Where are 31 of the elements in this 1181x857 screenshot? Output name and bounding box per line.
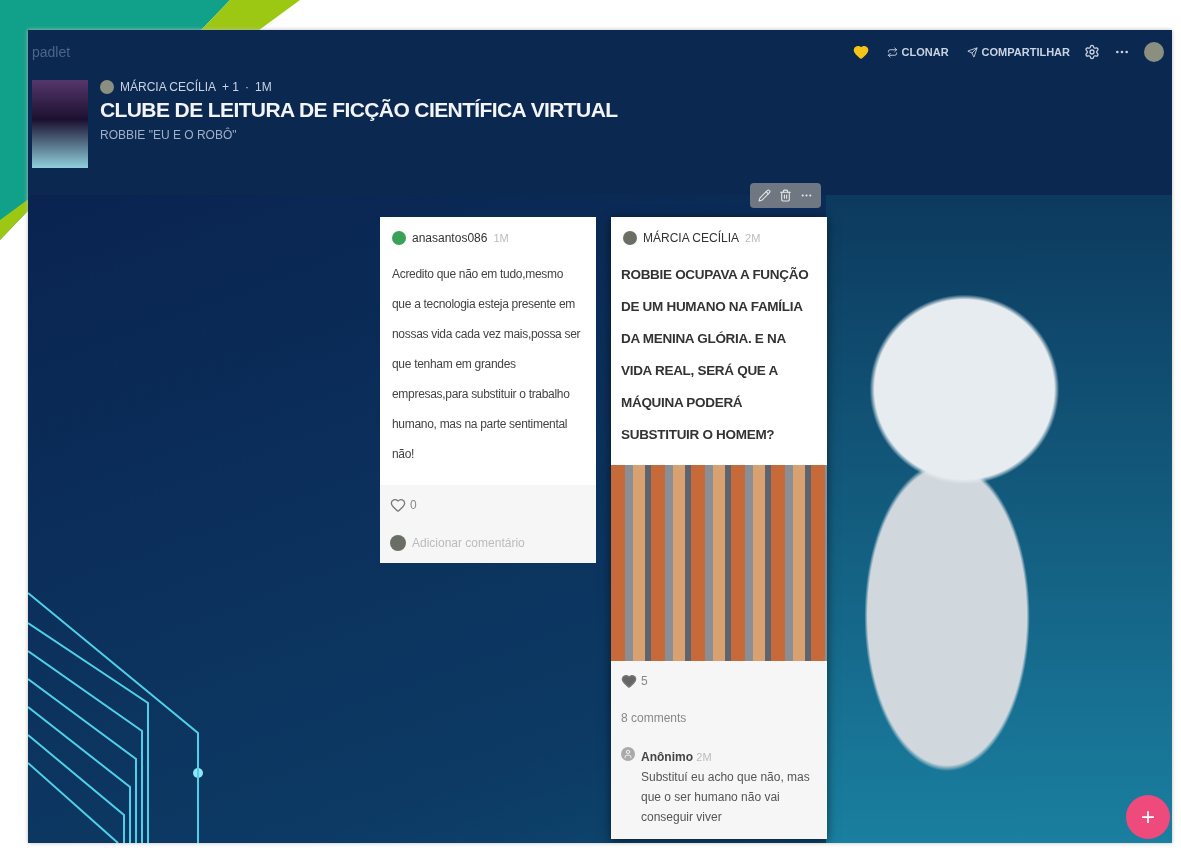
post-text: Acredito que não em tudo,mesmo que a tecnologia esteja presente em nossas vida cada vez mais,possa ser que tenham em grandes empresas,para substituir o trabalho humano, mas na parte sentimental não!	[391, 266, 582, 463]
edit-icon[interactable]	[758, 189, 771, 202]
author-name: MÁRCIA CECÍLIA	[120, 80, 217, 94]
avatar	[392, 231, 406, 245]
board-time: 1M	[255, 80, 272, 94]
post-author: MÁRCIA CECÍLIA	[643, 231, 740, 245]
post-time: 2M	[745, 232, 761, 244]
logo-text: padlet	[32, 44, 71, 60]
post-time: 1M	[493, 232, 509, 244]
repeat-icon	[886, 46, 898, 58]
send-icon	[966, 46, 978, 58]
trash-icon[interactable]	[779, 189, 792, 202]
board-title: CLUBE DE LEITURA DE FICÇÃO CIENTÍFICA VIRTUAL	[100, 98, 618, 122]
avatar	[623, 231, 637, 245]
avatar	[100, 80, 114, 94]
avatar	[390, 535, 406, 551]
comment-text: Anônimo 2M Substituí eu acho que não, mas que o ser humano não vai conseguir viver	[641, 749, 811, 826]
board-subtitle: ROBBIE "EU E O ROBÔ"	[100, 128, 238, 142]
comment-field[interactable]: Adicionar comentário	[412, 536, 572, 550]
comment-count: 8 comments	[621, 711, 688, 725]
settings-icon[interactable]	[1082, 42, 1102, 62]
avatar[interactable]	[1144, 42, 1164, 62]
separator-dot: ·	[245, 80, 250, 94]
anonymous-avatar-icon	[621, 747, 635, 761]
collaborator-count: + 1	[222, 80, 240, 94]
post-heading: ROBBIE OCUPAVA A FUNÇÃO DE UM HUMANO NA FAMÍLIA DA MENINA GLÓRIA. E NA VIDA REAL, SERÁ QUE A MÁQUINA PODERÁ SUBSTITUIR O HOMEM?	[620, 266, 810, 444]
like-button[interactable]: 0	[390, 497, 586, 513]
toolbar-button[interactable]: CLONAR	[884, 44, 951, 60]
like-button[interactable]: 5	[621, 673, 817, 689]
toolbar-button[interactable]: COMPARTILHAR	[964, 44, 1072, 60]
post-author: anasantos086	[412, 231, 488, 245]
